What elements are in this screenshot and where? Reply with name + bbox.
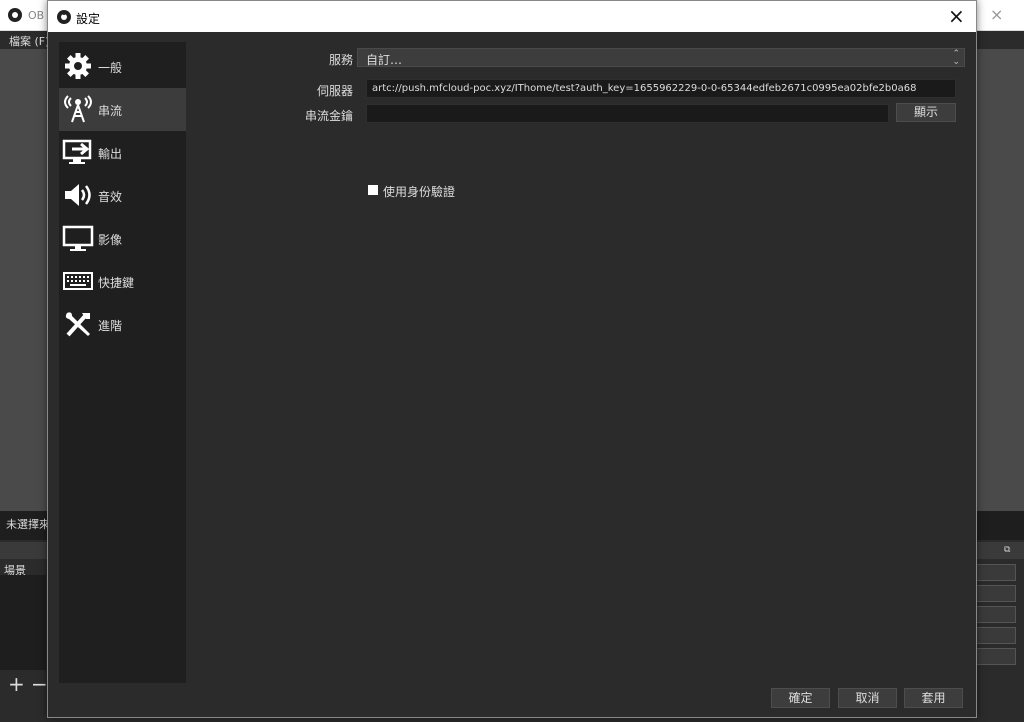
no-source-selected-label: 未選擇來 [6,518,50,531]
sidebar-item-stream[interactable]: 串流 [59,88,186,131]
control-button[interactable] [976,585,1016,602]
server-input[interactable] [366,79,956,98]
tools-icon [65,312,90,337]
service-label: 服務 [328,53,353,67]
dialog-close-icon[interactable]: × [948,4,965,28]
scene-list[interactable] [0,575,46,670]
sidebar-item-label: 進階 [98,319,123,333]
use-auth-checkbox[interactable] [368,185,378,195]
use-auth-label[interactable]: 使用身份驗證 [383,183,455,200]
sidebar-item-hotkeys[interactable]: 快捷鍵 [59,260,186,303]
obs-logo-icon [57,10,71,24]
keyboard-icon [63,272,93,290]
sidebar-item-advanced[interactable]: 進階 [59,303,186,346]
sidebar-item-general[interactable]: 一般 [59,45,186,88]
remove-scene-button[interactable]: − [31,672,48,696]
server-label: 伺服器 [316,84,353,98]
monitor-icon [62,225,94,251]
sidebar-item-label: 影像 [98,233,123,247]
settings-dialog: 設定 × 一般 串流 輸出 音效 影像 快捷鍵 進階 服務 自訂… ⌃ ⌄ 伺服… [47,0,977,718]
sidebar-item-label: 音效 [98,190,123,204]
main-window-title: OB [28,9,45,22]
sidebar-item-output[interactable]: 輸出 [59,131,186,174]
dock-float-icon[interactable]: ⧉ [1004,545,1010,555]
sidebar-item-label: 串流 [98,104,123,118]
obs-logo-icon [8,8,22,22]
ok-button[interactable]: 確定 [771,688,830,708]
main-close-icon[interactable]: × [990,5,1003,24]
dialog-titlebar: 設定 × [48,1,976,32]
service-select[interactable]: 自訂… ⌃ ⌄ [357,48,965,67]
broadcast-icon [64,95,92,123]
control-button[interactable] [976,627,1016,644]
sidebar-item-label: 一般 [98,61,123,75]
cancel-button[interactable]: 取消 [838,688,897,708]
stream-key-input[interactable] [366,104,889,123]
sidebar-item-label: 快捷鍵 [98,276,135,290]
settings-sidebar: 一般 串流 輸出 音效 影像 快捷鍵 進階 [59,42,186,683]
stream-key-label: 串流金鑰 [304,109,353,123]
output-icon [62,139,92,164]
apply-button[interactable]: 套用 [904,688,963,708]
updown-chevron-icon: ⌃ ⌄ [952,49,960,67]
show-key-button[interactable]: 顯示 [896,103,956,122]
speaker-icon [65,184,91,206]
gear-icon [65,53,91,79]
service-select-value: 自訂… [366,53,403,67]
control-button[interactable] [976,648,1016,665]
menu-file[interactable]: 檔案 (F) [9,33,49,49]
sidebar-item-label: 輸出 [98,147,123,161]
sidebar-item-video[interactable]: 影像 [59,217,186,260]
control-button[interactable] [976,606,1016,623]
sidebar-item-audio[interactable]: 音效 [59,174,186,217]
dialog-title: 設定 [76,12,101,26]
control-button[interactable] [976,564,1016,581]
add-scene-button[interactable]: + [8,672,25,696]
